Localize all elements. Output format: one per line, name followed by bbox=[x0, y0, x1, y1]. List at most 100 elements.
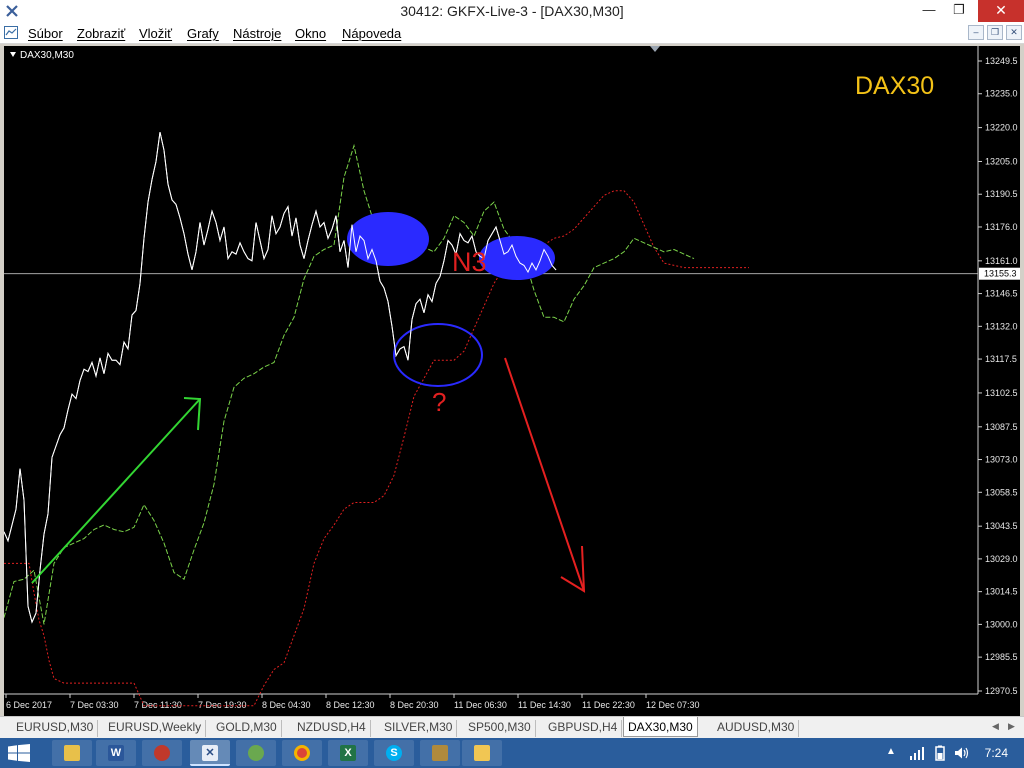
tab-sp500-m30[interactable]: SP500,M30 bbox=[464, 720, 536, 737]
x-axis-label: 11 Dec 14:30 bbox=[518, 700, 571, 710]
tab-audusd-m30[interactable]: AUDUSD,M30 bbox=[713, 720, 800, 737]
menu-file[interactable]: Súbor bbox=[28, 26, 63, 41]
window-title: 30412: GKFX-Live-3 - [DAX30,M30] bbox=[400, 3, 624, 19]
x-axis-label: 6 Dec 2017 bbox=[6, 700, 52, 710]
metatrader-icon: ✕ bbox=[202, 745, 218, 761]
x-axis-label: 8 Dec 12:30 bbox=[326, 700, 375, 710]
chart-symbol-label: DAX30,M30 bbox=[10, 50, 74, 61]
y-axis-label: 13014.5 bbox=[985, 587, 1018, 597]
forex-app-taskbar-button[interactable] bbox=[236, 740, 276, 766]
red-down-arrow-head bbox=[560, 545, 586, 593]
x-axis-label: 8 Dec 04:30 bbox=[262, 700, 311, 710]
y-axis-label: 13043.5 bbox=[985, 521, 1018, 531]
skype-icon: S bbox=[386, 745, 402, 761]
close-button[interactable]: ✕ bbox=[978, 0, 1024, 22]
lagging-line bbox=[4, 143, 695, 625]
photos-icon bbox=[432, 745, 448, 761]
explorer-taskbar-button[interactable] bbox=[52, 740, 92, 766]
dax30-text-annotation[interactable]: DAX30 bbox=[855, 72, 934, 101]
menu-view[interactable]: Zobraziť bbox=[77, 26, 125, 41]
chart-shift-marker bbox=[650, 46, 660, 52]
tab-scroll-left-icon[interactable]: ◀ bbox=[992, 721, 999, 732]
word-icon: W bbox=[108, 745, 124, 761]
file-explorer-icon bbox=[64, 745, 80, 761]
menu-help[interactable]: Nápoveda bbox=[342, 26, 401, 41]
green-up-arrow-shaft bbox=[31, 398, 201, 584]
system-tray: ▲ 7:24 bbox=[864, 738, 1024, 768]
y-axis-label: 13073.0 bbox=[985, 455, 1018, 465]
y-axis-label: 13146.5 bbox=[985, 289, 1018, 299]
tab-eurusd-m30[interactable]: EURUSD,M30 bbox=[12, 720, 99, 737]
current-price-label: 13155.3 bbox=[984, 269, 1017, 279]
red-down-arrow-shaft bbox=[504, 357, 585, 592]
menu-bar: Súbor Zobraziť Vložiť Grafy Nástroje Okn… bbox=[0, 22, 1024, 44]
taskbar: W ✕ X S ▲ 7:24 bbox=[0, 738, 1024, 768]
x-axis-label: 7 Dec 19:30 bbox=[198, 700, 247, 710]
y-axis-label: 13220.0 bbox=[985, 123, 1018, 133]
tab-scroll-right-icon[interactable]: ▶ bbox=[1008, 721, 1015, 732]
signal-icon[interactable] bbox=[910, 746, 926, 760]
chart-window-icon[interactable] bbox=[4, 26, 18, 39]
metatrader-taskbar-button[interactable]: ✕ bbox=[190, 740, 230, 766]
y-axis-label: 13000.0 bbox=[985, 619, 1018, 629]
x-axis-label: 8 Dec 20:30 bbox=[390, 700, 439, 710]
chart-canvas[interactable]: 13249.5 13235.0 13220.0 13205.0 13190.5 13176… bbox=[4, 46, 1020, 716]
support-outline-ellipse bbox=[393, 323, 483, 387]
chrome-taskbar-button[interactable] bbox=[282, 740, 322, 766]
price-line-overlay bbox=[4, 131, 557, 624]
chart-window: 13249.5 13235.0 13220.0 13205.0 13190.5 13176… bbox=[0, 44, 1024, 716]
photos-taskbar-button[interactable] bbox=[420, 740, 460, 766]
price-chart[interactable]: 13249.5 13235.0 13220.0 13205.0 13190.5 13176… bbox=[4, 46, 1020, 716]
word-taskbar-button[interactable]: W bbox=[96, 740, 136, 766]
n3-marker-text: N3 bbox=[452, 247, 487, 277]
volume-icon[interactable] bbox=[954, 746, 970, 760]
taskbar-clock[interactable]: 7:24 bbox=[985, 746, 1008, 760]
tab-eurusd-weekly[interactable]: EURUSD,Weekly bbox=[104, 720, 207, 737]
tab-gold-m30[interactable]: GOLD,M30 bbox=[212, 720, 282, 737]
chart-tabs: EURUSD,M30 EURUSD,Weekly GOLD,M30 NZDUSD… bbox=[0, 716, 1024, 738]
y-axis-label: 13249.5 bbox=[985, 56, 1018, 66]
y-axis-label: 13058.5 bbox=[985, 487, 1018, 497]
y-axis-label: 13102.5 bbox=[985, 388, 1018, 398]
restore-button[interactable]: ❐ bbox=[944, 0, 974, 22]
battery-icon[interactable] bbox=[932, 745, 948, 761]
y-axis-label: 13132.0 bbox=[985, 321, 1018, 331]
skype-taskbar-button[interactable]: S bbox=[374, 740, 414, 766]
x-axis-label: 11 Dec 22:30 bbox=[582, 700, 635, 710]
x-axis-label: 11 Dec 06:30 bbox=[454, 700, 507, 710]
y-axis-label: 13190.5 bbox=[985, 189, 1018, 199]
x-axis-label: 7 Dec 03:30 bbox=[70, 700, 119, 710]
tray-expand-icon[interactable]: ▲ bbox=[886, 746, 896, 757]
tab-gbpusd-h4[interactable]: GBPUSD,H4 bbox=[544, 720, 623, 737]
title-bar: 30412: GKFX-Live-3 - [DAX30,M30] — ❐ ✕ bbox=[0, 0, 1024, 22]
menu-insert[interactable]: Vložiť bbox=[139, 26, 172, 41]
tab-nzdusd-h4[interactable]: NZDUSD,H4 bbox=[293, 720, 371, 737]
y-axis-label: 13161.0 bbox=[985, 256, 1018, 266]
folder-icon bbox=[474, 745, 490, 761]
chrome-icon bbox=[294, 745, 310, 761]
y-axis-label: 13176.0 bbox=[985, 222, 1018, 232]
y-axis-label: 13029.0 bbox=[985, 554, 1018, 564]
excel-taskbar-button[interactable]: X bbox=[328, 740, 368, 766]
minimize-button[interactable]: — bbox=[914, 0, 944, 22]
child-close-button[interactable]: ✕ bbox=[1006, 25, 1022, 40]
tab-silver-m30[interactable]: SILVER,M30 bbox=[380, 720, 458, 737]
y-axis-label: 12970.5 bbox=[985, 686, 1018, 696]
tab-dax30-m30[interactable]: DAX30,M30 bbox=[623, 717, 698, 737]
menu-charts[interactable]: Grafy bbox=[187, 26, 219, 41]
windows-start-icon[interactable] bbox=[8, 744, 30, 762]
forex-app-icon bbox=[248, 745, 264, 761]
paint-taskbar-button[interactable] bbox=[142, 740, 182, 766]
paint-icon bbox=[154, 745, 170, 761]
folder-taskbar-button[interactable] bbox=[462, 740, 502, 766]
question-marker-text: ? bbox=[432, 387, 446, 417]
child-restore-button[interactable]: ❐ bbox=[987, 25, 1003, 40]
x-axis-label: 7 Dec 11:30 bbox=[134, 700, 182, 710]
y-axis-label: 13205.0 bbox=[985, 156, 1018, 166]
excel-icon: X bbox=[340, 745, 356, 761]
menu-tools[interactable]: Nástroje bbox=[233, 26, 281, 41]
menu-window[interactable]: Okno bbox=[295, 26, 326, 41]
child-minimize-button[interactable]: – bbox=[968, 25, 984, 40]
y-axis-label: 13117.5 bbox=[985, 354, 1017, 364]
senkou-line bbox=[4, 190, 749, 707]
